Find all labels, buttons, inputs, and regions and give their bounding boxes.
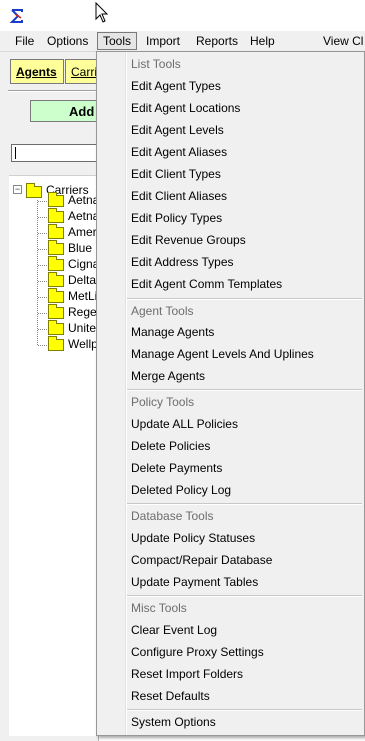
menu-bar: File Options Tools Import Reports Help V…: [0, 31, 365, 52]
search-input[interactable]: [11, 144, 106, 162]
menu-item-edit-address-types[interactable]: Edit Address Types: [131, 252, 234, 272]
app-sigma-icon: [9, 8, 25, 24]
menu-item-clear-event-log[interactable]: Clear Event Log: [131, 620, 217, 640]
menu-separator: [127, 389, 362, 391]
menu-file[interactable]: File: [10, 32, 39, 50]
divider: [8, 90, 98, 92]
menu-item-edit-agent-aliases[interactable]: Edit Agent Aliases: [131, 142, 227, 162]
tree-branch: [38, 313, 47, 314]
menu-item-manage-agent-levels-uplines[interactable]: Manage Agent Levels And Uplines: [131, 344, 314, 364]
menu-separator: [127, 595, 362, 597]
tree-item-label: Cigna: [68, 257, 100, 271]
tree-item-label: Aetna: [68, 193, 100, 207]
menu-item-edit-client-aliases[interactable]: Edit Client Aliases: [131, 186, 227, 206]
folder-icon: [48, 288, 64, 303]
folder-icon: [48, 208, 64, 223]
tree-branch: [38, 329, 47, 330]
menu-tools[interactable]: Tools: [97, 32, 138, 50]
tree-branch: [38, 249, 47, 250]
menu-separator: [127, 298, 362, 300]
menu-item-reset-defaults[interactable]: Reset Defaults: [131, 686, 210, 706]
menu-item-reset-import-folders[interactable]: Reset Import Folders: [131, 664, 243, 684]
mouse-cursor-icon: [95, 2, 109, 23]
carrier-tree: − Carriers Aetna Aetna Ameri Blue (Cign…: [9, 175, 103, 736]
tree-item-label: Wellp: [68, 337, 98, 351]
menu-item-manage-agents[interactable]: Manage Agents: [131, 322, 214, 342]
folder-icon: [48, 272, 64, 287]
tree-item-label: Aetna: [68, 209, 100, 223]
tree-item-label: Ameri: [68, 225, 100, 239]
folder-icon: [48, 224, 64, 239]
menu-item-edit-policy-types[interactable]: Edit Policy Types: [131, 208, 222, 228]
tree-item-label: Blue (: [68, 241, 100, 255]
menu-header-misc-tools: Misc Tools: [131, 601, 187, 615]
folder-icon: [48, 336, 64, 351]
menu-item-edit-client-types[interactable]: Edit Client Types: [131, 164, 221, 184]
menu-item-update-payment-tables[interactable]: Update Payment Tables: [131, 572, 258, 592]
tree-branch: [38, 281, 47, 282]
tree-branch: [38, 233, 47, 234]
menu-options[interactable]: Options: [42, 32, 93, 50]
tree-branch: [38, 297, 47, 298]
folder-icon: [48, 304, 64, 319]
menu-gutter: [125, 52, 127, 735]
folder-icon: [48, 256, 64, 271]
folder-icon: [48, 192, 64, 207]
menu-header-policy-tools: Policy Tools: [131, 395, 195, 409]
menu-separator: [127, 503, 362, 505]
collapse-icon[interactable]: −: [13, 185, 22, 194]
title-bar: [0, 0, 365, 32]
menu-separator: [127, 709, 362, 711]
tree-branch: [38, 265, 47, 266]
tree-connector: [37, 200, 38, 345]
tab-agents[interactable]: Agents: [10, 59, 64, 84]
menu-item-delete-payments[interactable]: Delete Payments: [131, 458, 222, 478]
tree-branch: [38, 201, 47, 202]
menu-item-edit-revenue-groups[interactable]: Edit Revenue Groups: [131, 230, 246, 250]
tools-dropdown-menu: List Tools Edit Agent Types Edit Agent L…: [96, 51, 365, 736]
menu-item-configure-proxy-settings[interactable]: Configure Proxy Settings: [131, 642, 264, 662]
menu-item-merge-agents[interactable]: Merge Agents: [131, 366, 205, 386]
tree-item-label: Delta: [68, 273, 97, 287]
menu-header-list-tools: List Tools: [131, 57, 181, 71]
menu-view-cl[interactable]: View Cl: [318, 32, 365, 50]
menu-help[interactable]: Help: [245, 32, 280, 50]
menu-item-deleted-policy-log[interactable]: Deleted Policy Log: [131, 480, 231, 500]
menu-item-update-all-policies[interactable]: Update ALL Policies: [131, 414, 238, 434]
menu-import[interactable]: Import: [141, 32, 185, 50]
tree-branch: [38, 217, 47, 218]
menu-reports[interactable]: Reports: [191, 32, 243, 50]
menu-header-agent-tools: Agent Tools: [131, 304, 194, 318]
folder-icon: [48, 320, 64, 335]
menu-item-edit-agent-levels[interactable]: Edit Agent Levels: [131, 120, 224, 140]
text-caret: [15, 147, 16, 159]
menu-item-compact-repair-database[interactable]: Compact/Repair Database: [131, 550, 272, 570]
tree-item-label: MetLi: [68, 289, 98, 303]
tree-branch: [38, 345, 47, 346]
menu-item-delete-policies[interactable]: Delete Policies: [131, 436, 210, 456]
menu-item-update-policy-statuses[interactable]: Update Policy Statuses: [131, 528, 255, 548]
folder-icon: [48, 240, 64, 255]
folder-icon: [26, 183, 42, 198]
menu-header-database-tools: Database Tools: [131, 509, 214, 523]
tree-item-label: Rege: [68, 305, 97, 319]
left-panel: Agents Carriers Add − Carriers Aetna Aet…: [0, 52, 110, 741]
menu-item-edit-agent-locations[interactable]: Edit Agent Locations: [131, 98, 240, 118]
menu-item-edit-agent-types[interactable]: Edit Agent Types: [131, 76, 221, 96]
menu-item-system-options[interactable]: System Options: [131, 712, 216, 732]
menu-item-edit-agent-comm-templates[interactable]: Edit Agent Comm Templates: [131, 274, 282, 294]
